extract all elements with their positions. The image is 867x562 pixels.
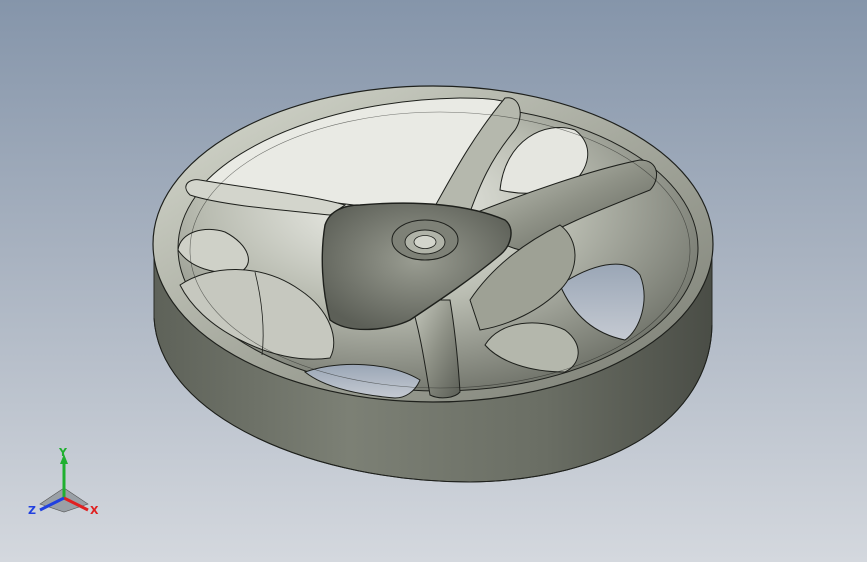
- graphics-viewport[interactable]: Y X Z: [0, 0, 867, 562]
- triad-x-label: X: [90, 504, 99, 517]
- center-cap-logo: [413, 235, 437, 249]
- triad-y-label: Y: [58, 448, 68, 459]
- triad-z-label: Z: [28, 504, 36, 517]
- coordinate-triad: Y X Z: [28, 448, 99, 517]
- wheel-model[interactable]: [0, 0, 867, 562]
